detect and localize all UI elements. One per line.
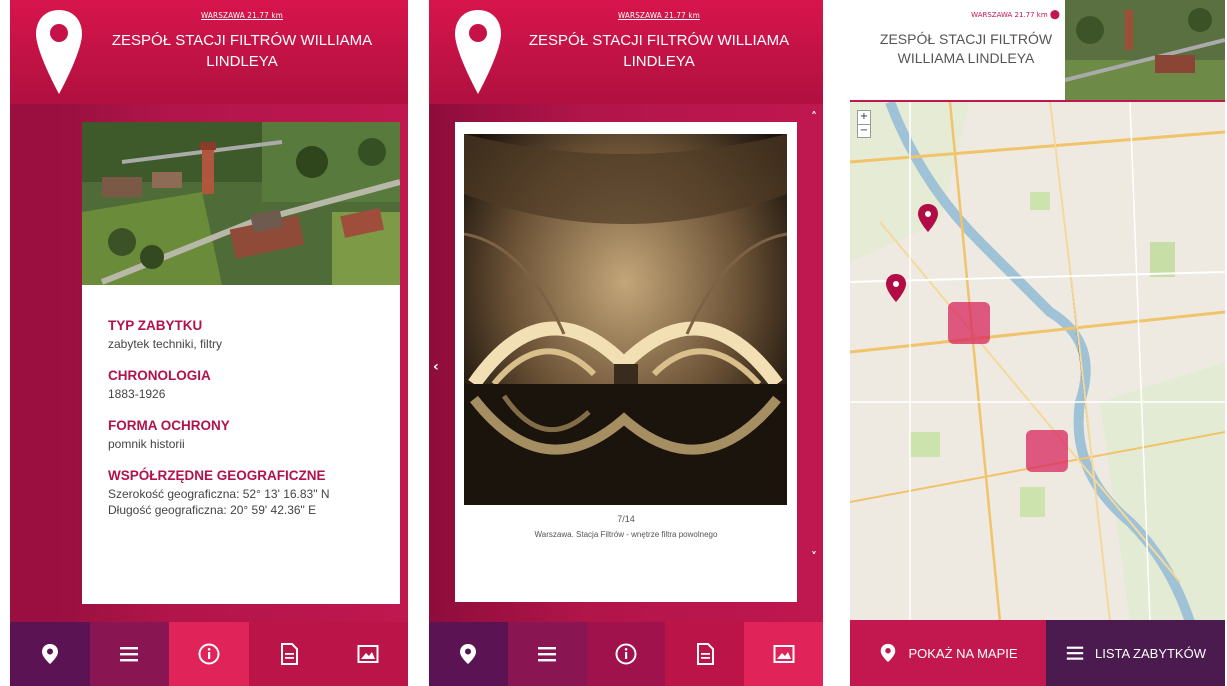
tab-gallery[interactable] [328, 622, 408, 686]
distance-text: WARSZAWA 21.77 km [971, 11, 1048, 19]
detail-value: pomnik historii [108, 437, 185, 451]
list-icon [120, 647, 139, 662]
map-pin-icon [41, 644, 58, 664]
show-on-map-label: POKAŻ NA MAPIE [908, 645, 1018, 661]
tab-document[interactable] [248, 622, 329, 686]
distance-label: WARSZAWA 21.77 km [201, 11, 283, 20]
latitude-value: Szerokość geograficzna: 52° 13' 16.83" N [108, 487, 330, 501]
scroll-down-icon[interactable]: ˅ [811, 550, 817, 564]
tab-info[interactable] [586, 622, 666, 686]
map-cluster-icon[interactable] [1026, 430, 1068, 472]
list-icon [538, 647, 557, 662]
map-view[interactable]: + − [850, 100, 1225, 622]
show-on-map-button[interactable]: POKAŻ NA MAPIE [850, 620, 1046, 686]
zoom-out-button[interactable]: − [858, 125, 870, 138]
page-title: ZESPÓŁ STACJI FILTRÓW WILLIAMA LINDLEYA [879, 31, 1053, 66]
photo-caption: Warszawa. Stacja Filtrów - wnętrze filtr… [534, 530, 718, 539]
detail-type: TYP ZABYTKU zabytek techniki, filtry [108, 318, 392, 352]
detail-label: WSPÓŁRZĘDNE GEOGRAFICZNE [108, 468, 326, 483]
photo-counter: 7/14 [617, 514, 635, 524]
tab-document[interactable] [665, 622, 745, 686]
detail-label: CHRONOLOGIA [108, 368, 211, 383]
gallery-card: 7/14 Warszawa. Stacja Filtrów - wnętrze … [455, 122, 797, 602]
page-title: ZESPÓŁ STACJI FILTRÓW WILLIAMA LINDLEYA [111, 32, 373, 70]
aerial-photo [82, 122, 400, 285]
gallery-screen: WARSZAWA 21.77 km ZESPÓŁ STACJI FILTRÓW … [429, 0, 823, 686]
map-cluster-icon[interactable] [948, 302, 990, 344]
list-icon [1066, 646, 1084, 660]
tab-list[interactable] [507, 622, 587, 686]
tab-bar [10, 622, 408, 686]
prev-arrow-icon[interactable]: ‹ [433, 359, 439, 375]
map-pin-icon [36, 10, 82, 94]
map-pin-icon [455, 10, 501, 94]
zoom-in-button[interactable]: + [858, 111, 870, 125]
info-icon [615, 643, 637, 665]
page-title: ZESPÓŁ STACJI FILTRÓW WILLIAMA LINDLEYA [528, 32, 790, 70]
detail-label: FORMA OCHRONY [108, 418, 230, 433]
image-icon [773, 645, 795, 663]
tab-gallery[interactable] [744, 622, 823, 686]
tab-bar [429, 622, 823, 686]
tab-list[interactable] [89, 622, 170, 686]
content-area: ‹ ˄ ˅ 7/14 Warszawa. Stacja Filtrów - wn… [429, 104, 823, 622]
header: WARSZAWA 21.77 km ZESPÓŁ STACJI FILTRÓW … [10, 0, 408, 104]
detail-screen: WARSZAWA 21.77 km ZESPÓŁ STACJI FILTRÓW … [10, 0, 408, 686]
detail-protection: FORMA OCHRONY pomnik historii [108, 418, 392, 452]
detail-coordinates: WSPÓŁRZĘDNE GEOGRAFICZNE Szerokość geogr… [108, 468, 392, 518]
detail-chronology: CHRONOLOGIA 1883-1926 [108, 368, 392, 402]
distance-label: WARSZAWA 21.77 km [618, 11, 700, 20]
header: WARSZAWA 21.77 km ⬤ ZESPÓŁ STACJI FILTRÓ… [850, 0, 1225, 100]
info-icon [198, 643, 220, 665]
image-icon [357, 645, 379, 663]
zoom-control: + − [857, 110, 871, 138]
tab-info[interactable] [169, 622, 249, 686]
tab-location[interactable] [429, 622, 508, 686]
map-screen: WARSZAWA 21.77 km ⬤ ZESPÓŁ STACJI FILTRÓ… [850, 0, 1225, 686]
monument-list-button[interactable]: LISTA ZABYTKÓW [1046, 620, 1225, 686]
thumbnail-photo [1065, 0, 1225, 100]
document-icon [280, 643, 298, 665]
details-list: TYP ZABYTKU zabytek techniki, filtry CHR… [108, 318, 392, 534]
scroll-up-icon[interactable]: ˄ [811, 110, 817, 124]
header: WARSZAWA 21.77 km ZESPÓŁ STACJI FILTRÓW … [429, 0, 823, 104]
longitude-value: Długość geograficzna: 20° 59' 42.36" E [108, 503, 317, 517]
detail-value: 1883-1926 [108, 387, 166, 401]
detail-value: zabytek techniki, filtry [108, 337, 223, 351]
tab-location[interactable] [10, 622, 90, 686]
content-area: TYP ZABYTKU zabytek techniki, filtry CHR… [10, 104, 408, 622]
monument-list-label: LISTA ZABYTKÓW [1094, 645, 1206, 661]
gallery-photo[interactable] [464, 134, 787, 505]
map-pin-icon: ⬤ [1049, 10, 1060, 20]
detail-label: TYP ZABYTKU [108, 318, 203, 333]
distance-label: WARSZAWA 21.77 km ⬤ [910, 10, 1060, 20]
info-card: TYP ZABYTKU zabytek techniki, filtry CHR… [82, 122, 400, 604]
map-pin-icon [881, 643, 896, 663]
document-icon [696, 643, 714, 665]
map-pin-icon [460, 644, 477, 664]
bottom-bar: POKAŻ NA MAPIE LISTA ZABYTKÓW [850, 620, 1225, 686]
